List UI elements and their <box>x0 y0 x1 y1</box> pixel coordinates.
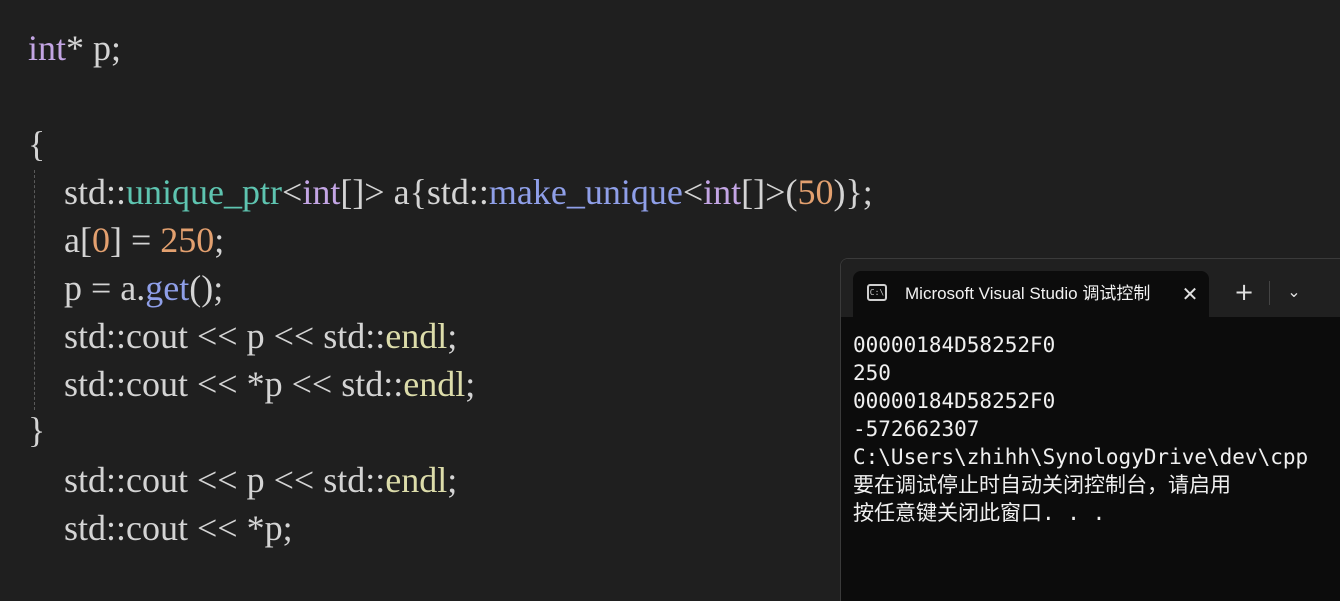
code-token: std::cout << p << std:: <box>28 316 386 356</box>
code-token: endl <box>385 316 448 356</box>
code-line: } <box>28 406 45 454</box>
code-token: 50 <box>797 172 834 212</box>
code-line: { <box>28 120 45 168</box>
close-tab-button[interactable]: ✕ <box>1175 279 1205 309</box>
code-line: std::cout << *p; <box>28 504 293 552</box>
code-token: ; <box>447 316 458 356</box>
terminal-window[interactable]: C:\ Microsoft Visual Studio 调试控制台 ✕ + ⌄ … <box>840 258 1340 601</box>
code-line: std::cout << p << std::endl; <box>28 456 457 504</box>
code-token: endl <box>385 460 448 500</box>
code-token: * p; <box>66 28 122 68</box>
terminal-output-line: 要在调试停止时自动关闭控制台，请启用 <box>853 473 1231 497</box>
code-token: int <box>302 172 341 212</box>
terminal-output-line: 250 <box>853 361 891 385</box>
code-token: ] = <box>109 220 161 260</box>
terminal-tab-bar: C:\ Microsoft Visual Studio 调试控制台 ✕ + ⌄ <box>841 259 1340 317</box>
code-token: a[ <box>28 220 92 260</box>
code-token: []> a{std:: <box>340 172 489 212</box>
code-token: p = a. <box>28 268 146 308</box>
terminal-output-line: 00000184D58252F0 <box>853 333 1056 357</box>
code-token: < <box>682 172 704 212</box>
chevron-down-icon[interactable]: ⌄ <box>1277 275 1311 309</box>
tab-bar-divider <box>1269 281 1270 305</box>
terminal-output[interactable]: 00000184D58252F0 250 00000184D58252F0 -5726… <box>853 331 1340 527</box>
code-token: std::cout << p << std:: <box>28 460 386 500</box>
code-token: ; <box>447 460 458 500</box>
terminal-output-line: -572662307 <box>853 417 980 441</box>
code-token: ; <box>214 220 225 260</box>
code-token: )}; <box>833 172 873 212</box>
code-token: < <box>282 172 303 212</box>
code-token: endl <box>403 364 466 404</box>
terminal-output-line: C:\Users\zhihh\SynologyDrive\dev\cpp <box>853 445 1309 469</box>
code-line: std::cout << p << std::endl; <box>28 312 457 360</box>
code-token: ; <box>465 364 476 404</box>
code-token: []>( <box>741 172 798 212</box>
code-token: get <box>145 268 190 308</box>
code-line: int* p; <box>28 24 121 72</box>
code-line: p = a.get(); <box>28 264 223 312</box>
code-line: a[0] = 250; <box>28 216 224 264</box>
code-token: 0 <box>91 220 110 260</box>
code-token: int <box>28 28 67 68</box>
code-token: std::cout << *p; <box>28 508 293 548</box>
code-token: 250 <box>160 220 215 260</box>
code-token: int <box>703 172 742 212</box>
terminal-tab-title: Microsoft Visual Studio 调试控制台 <box>905 284 1151 303</box>
terminal-tab[interactable]: C:\ Microsoft Visual Studio 调试控制台 ✕ <box>853 271 1209 317</box>
terminal-output-line: 00000184D58252F0 <box>853 389 1056 413</box>
code-line: std::unique_ptr<int[]> a{std::make_uniqu… <box>28 168 873 216</box>
code-token: (); <box>189 268 224 308</box>
code-token: make_unique <box>488 172 683 212</box>
new-tab-button[interactable]: + <box>1227 275 1261 309</box>
code-token: std::cout << *p << std:: <box>28 364 404 404</box>
code-token: } <box>28 410 46 450</box>
code-token: { <box>28 124 46 164</box>
code-token: std:: <box>28 172 127 212</box>
code-token: unique_ptr <box>126 172 282 212</box>
terminal-output-line: 按任意键关闭此窗口. . . <box>853 501 1106 525</box>
code-line: std::cout << *p << std::endl; <box>28 360 475 408</box>
console-icon: C:\ <box>867 284 887 301</box>
